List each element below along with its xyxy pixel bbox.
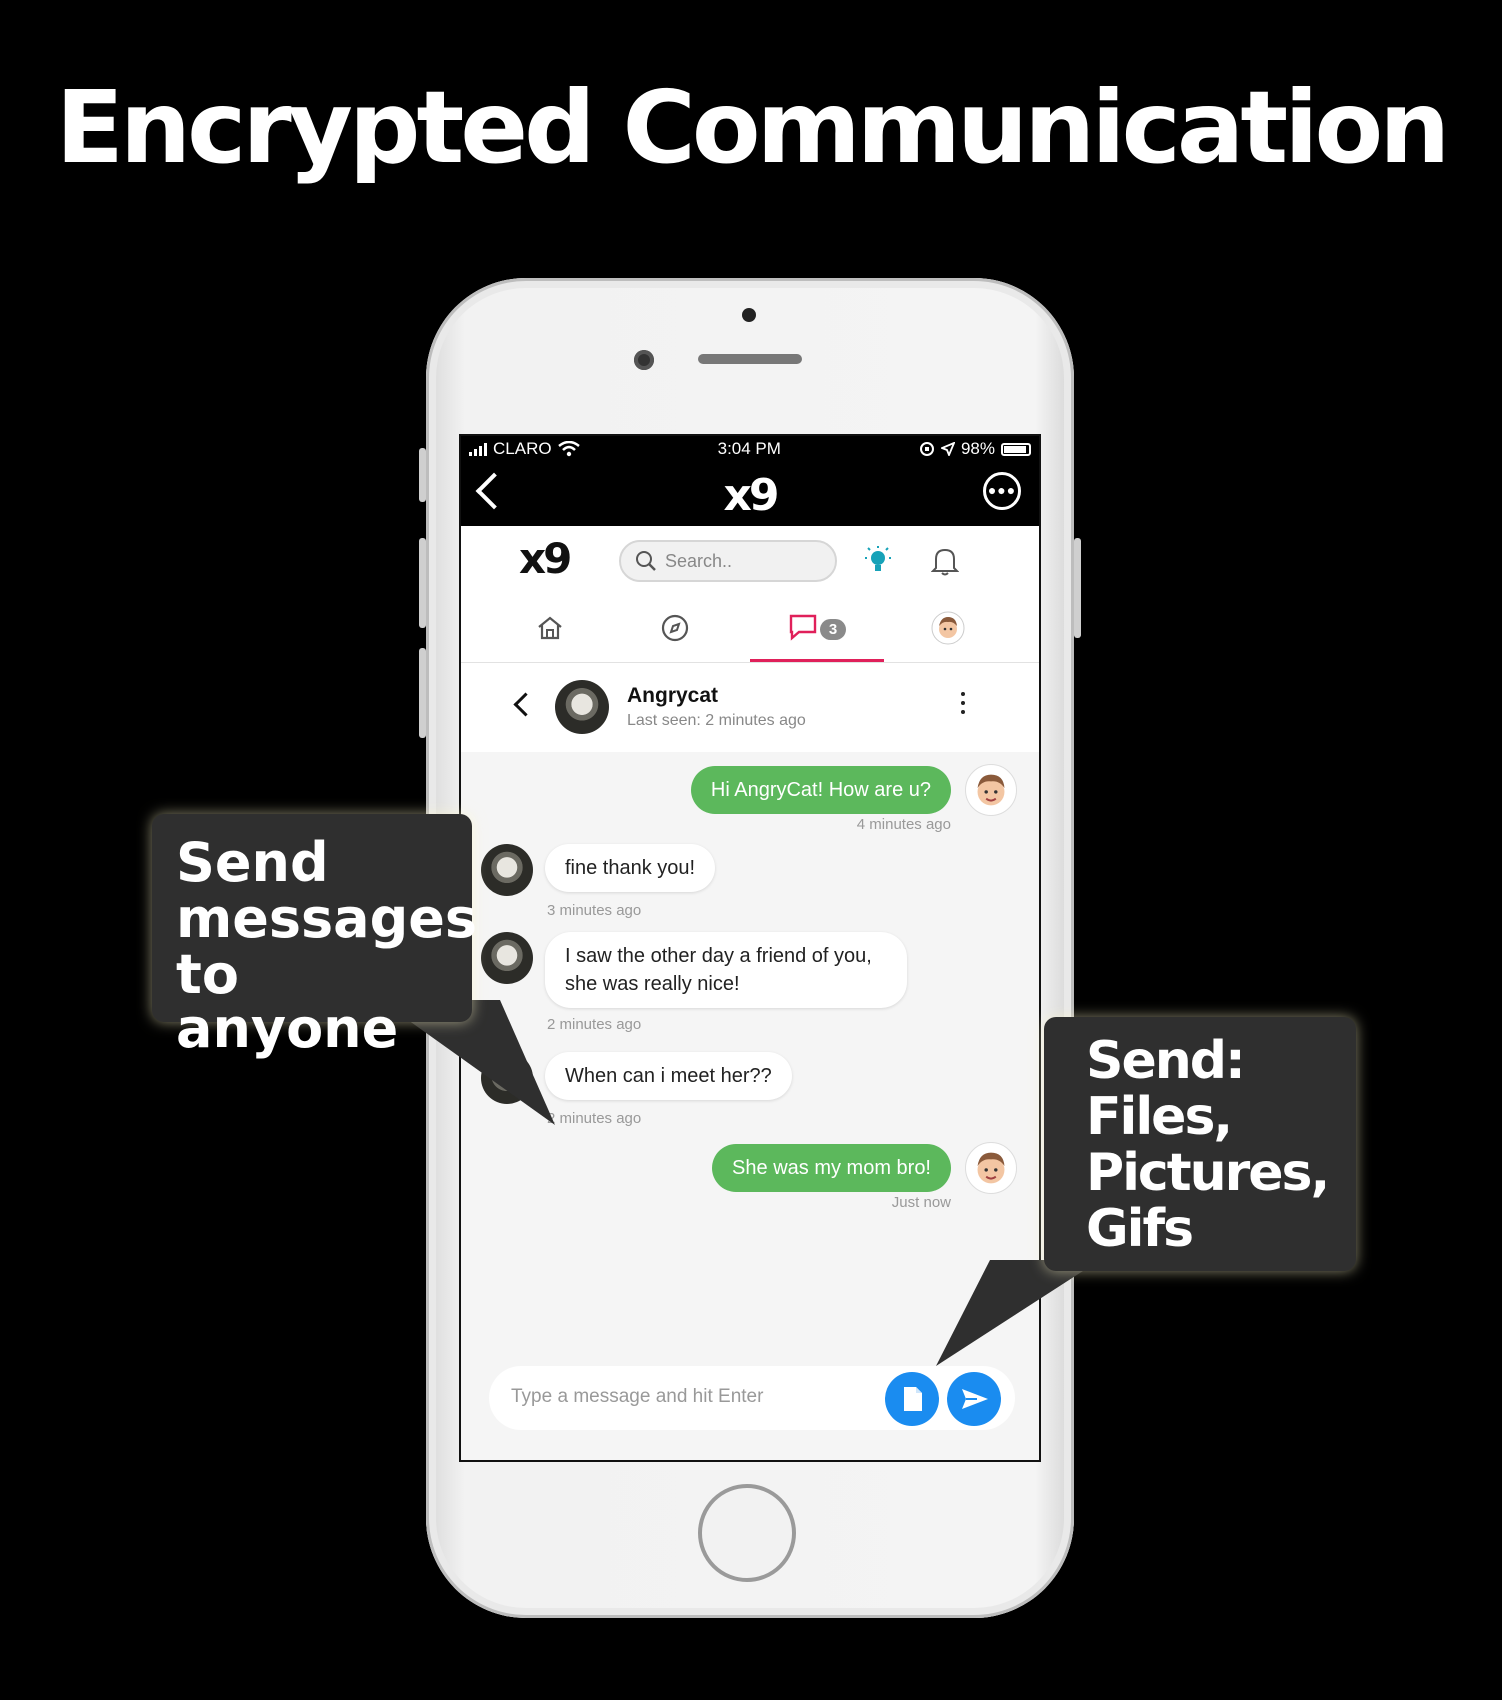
tab-profile[interactable] xyxy=(881,594,1015,662)
my-avatar[interactable] xyxy=(965,764,1017,816)
headline: Encrypted Communication xyxy=(55,69,1451,186)
app-logo: x9 xyxy=(723,470,780,521)
top-navigation-bar: x9 ●●● xyxy=(461,462,1039,526)
contact-name: Angrycat xyxy=(627,684,719,707)
clock: 3:04 PM xyxy=(717,439,781,458)
carrier-label: CLARO xyxy=(493,439,552,458)
rotation-lock-icon xyxy=(919,442,934,456)
battery-percent: 98% xyxy=(960,439,995,458)
bell-icon[interactable] xyxy=(931,546,959,576)
callout-line: Gifs xyxy=(1086,1199,1194,1259)
chat-bubble-icon xyxy=(789,614,817,641)
contact-avatar[interactable] xyxy=(481,844,533,896)
volume-down-button xyxy=(419,648,426,738)
last-seen-status: Last seen: 2 minutes ago xyxy=(627,712,806,729)
tab-bar: 3 xyxy=(461,594,1039,663)
file-icon xyxy=(904,1387,922,1411)
power-button xyxy=(1074,538,1081,638)
tab-home[interactable] xyxy=(483,594,617,662)
contact-avatar[interactable] xyxy=(481,932,533,984)
callout-line: Send: xyxy=(1086,1031,1246,1091)
earpiece-speaker xyxy=(698,354,802,364)
wifi-icon xyxy=(557,441,580,457)
callout-line: messages xyxy=(176,887,478,950)
home-icon xyxy=(538,616,562,640)
message-timestamp: Just now xyxy=(891,1194,951,1211)
location-icon xyxy=(940,442,955,456)
tab-explore[interactable] xyxy=(608,594,742,662)
message-composer[interactable]: Type a message and hit Enter xyxy=(489,1366,1015,1430)
kebab-menu-icon[interactable] xyxy=(961,692,967,719)
unread-badge: 3 xyxy=(819,619,847,640)
callout-send-messages: Send messages to anyone xyxy=(152,814,477,1056)
signal-icon xyxy=(469,442,487,456)
search-icon xyxy=(636,551,656,571)
ellipsis-circle-icon[interactable]: ●●● xyxy=(983,472,1021,510)
message-timestamp: 3 minutes ago xyxy=(547,902,642,919)
tab-messages[interactable]: 3 xyxy=(750,594,884,662)
callout-send-files: Send: Files, Pictures, Gifs xyxy=(1044,1017,1356,1271)
send-button[interactable] xyxy=(947,1372,1001,1426)
message-outgoing[interactable]: She was my mom bro! xyxy=(712,1144,951,1192)
battery-icon xyxy=(1000,442,1031,456)
message-outgoing[interactable]: Hi AngryCat! How are u? xyxy=(690,766,951,814)
callout-line: Pictures, xyxy=(1086,1143,1330,1203)
message-timestamp: 4 minutes ago xyxy=(856,816,951,833)
callout-pointer xyxy=(936,1260,1100,1366)
my-avatar[interactable] xyxy=(965,1142,1017,1194)
callout-line: to anyone xyxy=(176,943,399,1060)
message-input-placeholder: Type a message and hit Enter xyxy=(511,1386,764,1407)
front-camera xyxy=(634,350,654,370)
app-header: x9 Search.. xyxy=(461,526,1039,594)
volume-up-button xyxy=(419,538,426,628)
site-logo[interactable]: x9 xyxy=(519,534,572,583)
message-incoming[interactable]: fine thank you! xyxy=(545,844,716,892)
contact-avatar[interactable] xyxy=(555,680,609,734)
avatar-icon xyxy=(931,611,965,645)
callout-line: Send xyxy=(176,831,329,894)
callout-line: Files, xyxy=(1086,1087,1233,1147)
send-icon xyxy=(962,1389,988,1409)
chevron-left-icon[interactable] xyxy=(513,692,538,717)
conversation-header: Angrycat Last seen: 2 minutes ago xyxy=(461,662,1039,752)
message-incoming[interactable]: When can i meet her?? xyxy=(545,1052,792,1100)
search-placeholder: Search.. xyxy=(665,550,733,571)
compass-icon xyxy=(661,614,689,642)
lightbulb-icon[interactable] xyxy=(865,546,891,576)
side-button xyxy=(419,448,426,502)
home-button[interactable] xyxy=(698,1484,796,1582)
message-incoming[interactable]: I saw the other day a friend of you, she… xyxy=(545,932,907,1008)
front-sensor xyxy=(742,308,756,322)
status-bar: CLARO 3:04 PM 98% xyxy=(461,436,1039,462)
search-input[interactable]: Search.. xyxy=(619,540,837,582)
attach-file-button[interactable] xyxy=(885,1372,939,1426)
